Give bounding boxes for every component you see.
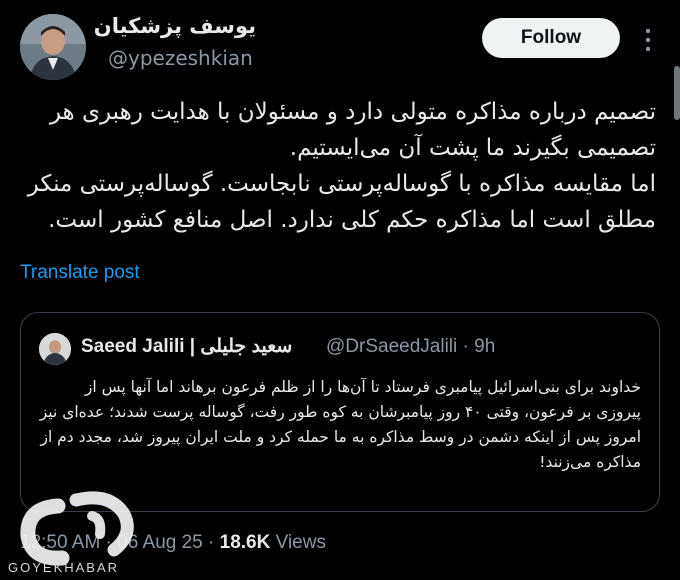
- views-count: 18.6K: [219, 532, 271, 553]
- quoted-author-avatar[interactable]: [39, 333, 71, 365]
- tweet-paragraph: اما مقایسه مذاکره با گوساله‌پرستی نابجاس…: [27, 171, 656, 233]
- tweet-paragraph: تصمیم درباره مذاکره متولی دارد و مسئولان…: [49, 99, 656, 161]
- post-timestamp[interactable]: 12:50 AM · 06 Aug 25 ·: [20, 532, 220, 553]
- follow-button[interactable]: Follow: [482, 18, 620, 58]
- quoted-post-age: · 9h: [462, 336, 496, 357]
- quoted-tweet[interactable]: Saeed Jalili | سعید جلیلی @DrSaeedJalili…: [20, 312, 660, 512]
- views-label: Views: [270, 532, 326, 553]
- translate-post-link[interactable]: Translate post: [20, 262, 140, 284]
- more-options-icon[interactable]: [641, 26, 655, 54]
- quoted-tweet-body: خداوند برای بنی‌اسرائیل پیامبری فرستاد ت…: [39, 378, 641, 471]
- quoted-author-handle[interactable]: @DrSaeedJalili: [326, 336, 457, 357]
- author-name[interactable]: یوسف پزشکیان: [94, 14, 256, 38]
- quoted-author-meta: @DrSaeedJalili · 9h: [326, 336, 495, 358]
- tweet-body: تصمیم درباره مذاکره متولی دارد و مسئولان…: [20, 94, 656, 238]
- tweet-header: یوسف پزشکیان @ypezeshkian Follow: [0, 0, 680, 90]
- post-metadata: 12:50 AM · 06 Aug 25 · 18.6K Views: [20, 532, 326, 554]
- quoted-author-name[interactable]: Saeed Jalili | سعید جلیلی: [81, 335, 292, 358]
- scrollbar-thumb[interactable]: [674, 66, 680, 120]
- author-avatar[interactable]: [20, 14, 86, 80]
- author-handle[interactable]: @ypezeshkian: [108, 46, 253, 70]
- watermark-brand: GOYEKHABAR: [8, 560, 120, 575]
